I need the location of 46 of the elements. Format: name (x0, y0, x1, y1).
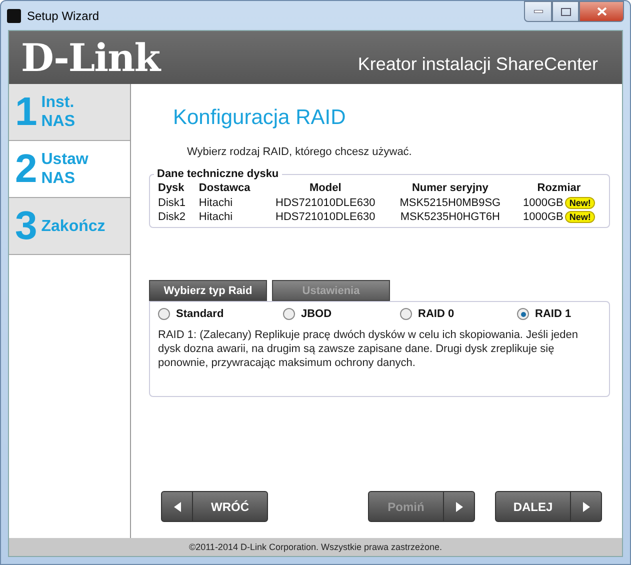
column-header: Dostawca (198, 181, 252, 196)
table-cell-text: HDS721010DLE630 (274, 210, 376, 224)
copyright-text: ©2011-2014 D-Link Corporation. Wszystkie prawa zastrzeżone. (188, 542, 442, 552)
instruction-text: Wybierz rodzaj RAID, którego chcesz używać. (187, 146, 413, 158)
header-title: Kreator instalacji ShareCenter (358, 54, 598, 75)
table-cell-text: HDS721010DLE630 (274, 196, 376, 210)
raid-description: RAID 1: (Zalecany) Replikuje pracę dwóch dysków w celu ich skopiowania. Jeśli jeden dysk dozna awarii, na drugim są zawsze zapisane dane. Drugi dysk zreplikuje się ponownie, przywracając maksimum ochrony danych. (158, 328, 580, 370)
radio-button[interactable] (283, 308, 295, 320)
table-cell: 1000GB (523, 197, 564, 209)
close-icon (596, 7, 606, 16)
table-cell-text: Disk2 (157, 210, 187, 224)
logo: D-Link (21, 35, 160, 80)
nav-button[interactable]: WRÓĆ (161, 491, 268, 522)
table-cell-text: Hitachi (198, 210, 234, 224)
maximize-button[interactable] (552, 1, 579, 22)
left-arrow-icon (174, 502, 180, 512)
column-header: Numer seryjny (410, 181, 490, 196)
radio-label: RAID 0 (418, 308, 454, 320)
minimize-icon (534, 10, 542, 13)
right-arrow-icon (456, 502, 462, 512)
right-arrow-icon (582, 502, 590, 512)
radio-button[interactable] (517, 308, 529, 320)
table-cell-text: Disk1 (157, 196, 187, 210)
radio-button[interactable] (158, 308, 170, 320)
minimize-button[interactable] (524, 1, 552, 22)
radio-label: RAID 1 (535, 308, 572, 320)
column-header: Dysk (157, 181, 186, 196)
close-button[interactable] (579, 1, 624, 22)
new-badge: New! (565, 211, 595, 223)
panel-legend: Dane techniczne dysku (154, 168, 282, 180)
table-cell-text: Hitachi (198, 196, 234, 210)
tab[interactable]: Wybierz typ Raid (149, 280, 267, 301)
table-cell-text: MSK5235H0HGT6H (399, 210, 501, 224)
column-header: Model (308, 181, 342, 196)
radio-label: Standard (176, 308, 224, 320)
new-badge: New! (565, 197, 595, 209)
page-heading: Konfiguracja RAID (173, 106, 347, 130)
table-cell: 1000GB (523, 211, 564, 223)
app-icon (7, 8, 21, 22)
radio-label: JBOD (301, 308, 332, 320)
table-cell-text: MSK5215H0MB9SG (398, 196, 502, 210)
window-title: Setup Wizard (27, 8, 100, 22)
column-header: Rozmiar (536, 181, 582, 196)
radio-button[interactable] (400, 308, 412, 320)
maximize-icon (560, 8, 570, 16)
nav-button[interactable]: DALEJ (495, 491, 602, 522)
